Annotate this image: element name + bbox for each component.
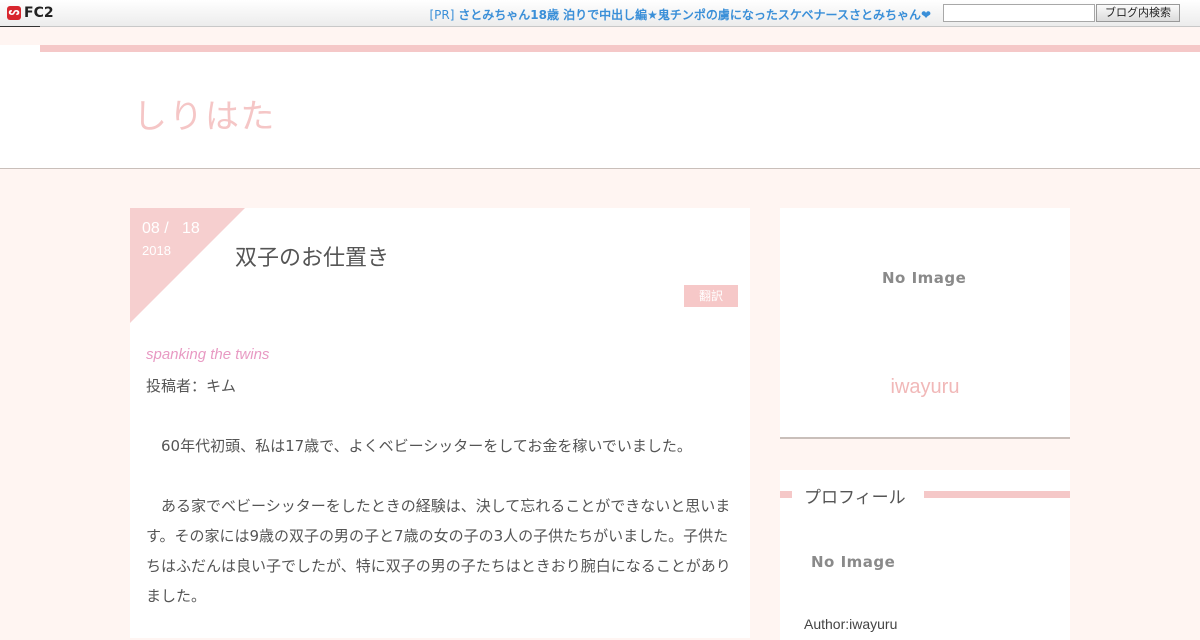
post-paragraph: ある家でベビーシッターをしたときの経験は、決して忘れることができないと思います。…	[146, 497, 731, 605]
fc2-logo[interactable]: ᔕ FC2	[7, 4, 54, 22]
posted-by: 投稿者：キム	[146, 377, 237, 395]
sidebar-profile: プロフィール No Image Author:iwayuru	[780, 470, 1070, 640]
post-paragraph: 60年代初頭、私は17歳で、よくベビーシッターをしてお金を稼いでいました。	[146, 437, 692, 455]
fc2-logo-text: FC2	[24, 5, 54, 21]
profile-heading-stripe	[924, 491, 1070, 498]
profile-heading-stripe	[780, 491, 792, 498]
blog-search-button[interactable]: ブログ内検索	[1096, 4, 1180, 22]
sidebar-author-card: No Image iwayuru	[780, 208, 1070, 439]
post-body: spanking the twins 投稿者：キム 60年代初頭、私は17歳で、…	[146, 346, 736, 611]
blog-post: 08 / 18 2018 双子のお仕置き 翻訳 spanking the twi…	[130, 208, 750, 638]
fc2-logo-icon: ᔕ	[7, 6, 21, 20]
blog-search-input[interactable]	[943, 4, 1095, 22]
blog-header: しりはた	[0, 27, 1200, 169]
profile-heading: プロフィール	[804, 488, 906, 508]
post-date-month-day: 08 / 18	[142, 220, 200, 237]
profile-no-image-placeholder: No Image	[811, 553, 896, 571]
post-title[interactable]: 双子のお仕置き	[235, 240, 389, 272]
header-top-band	[0, 27, 1200, 45]
site-title[interactable]: しりはた	[133, 89, 276, 138]
category-tag[interactable]: 翻訳	[684, 285, 738, 307]
header-accent-stripe	[40, 45, 1200, 52]
english-title: spanking the twins	[146, 346, 270, 363]
sidebar-author-name[interactable]: iwayuru	[780, 376, 1070, 399]
post-date-year: 2018	[142, 243, 171, 258]
no-image-placeholder: No Image	[882, 269, 967, 287]
fc2-toolbar: ᔕ FC2 [PR] さとみちゃん18歳 泊りで中出し編★鬼チンポの虜になったス…	[0, 0, 1200, 27]
pr-ad-link[interactable]: [PR] さとみちゃん18歳 泊りで中出し編★鬼チンポの虜になったスケベナースさ…	[430, 6, 932, 23]
pr-ad-text: さとみちゃん18歳 泊りで中出し編★鬼チンポの虜になったスケベナースさとみちゃん…	[458, 8, 931, 22]
pr-prefix: [PR]	[429, 8, 455, 22]
